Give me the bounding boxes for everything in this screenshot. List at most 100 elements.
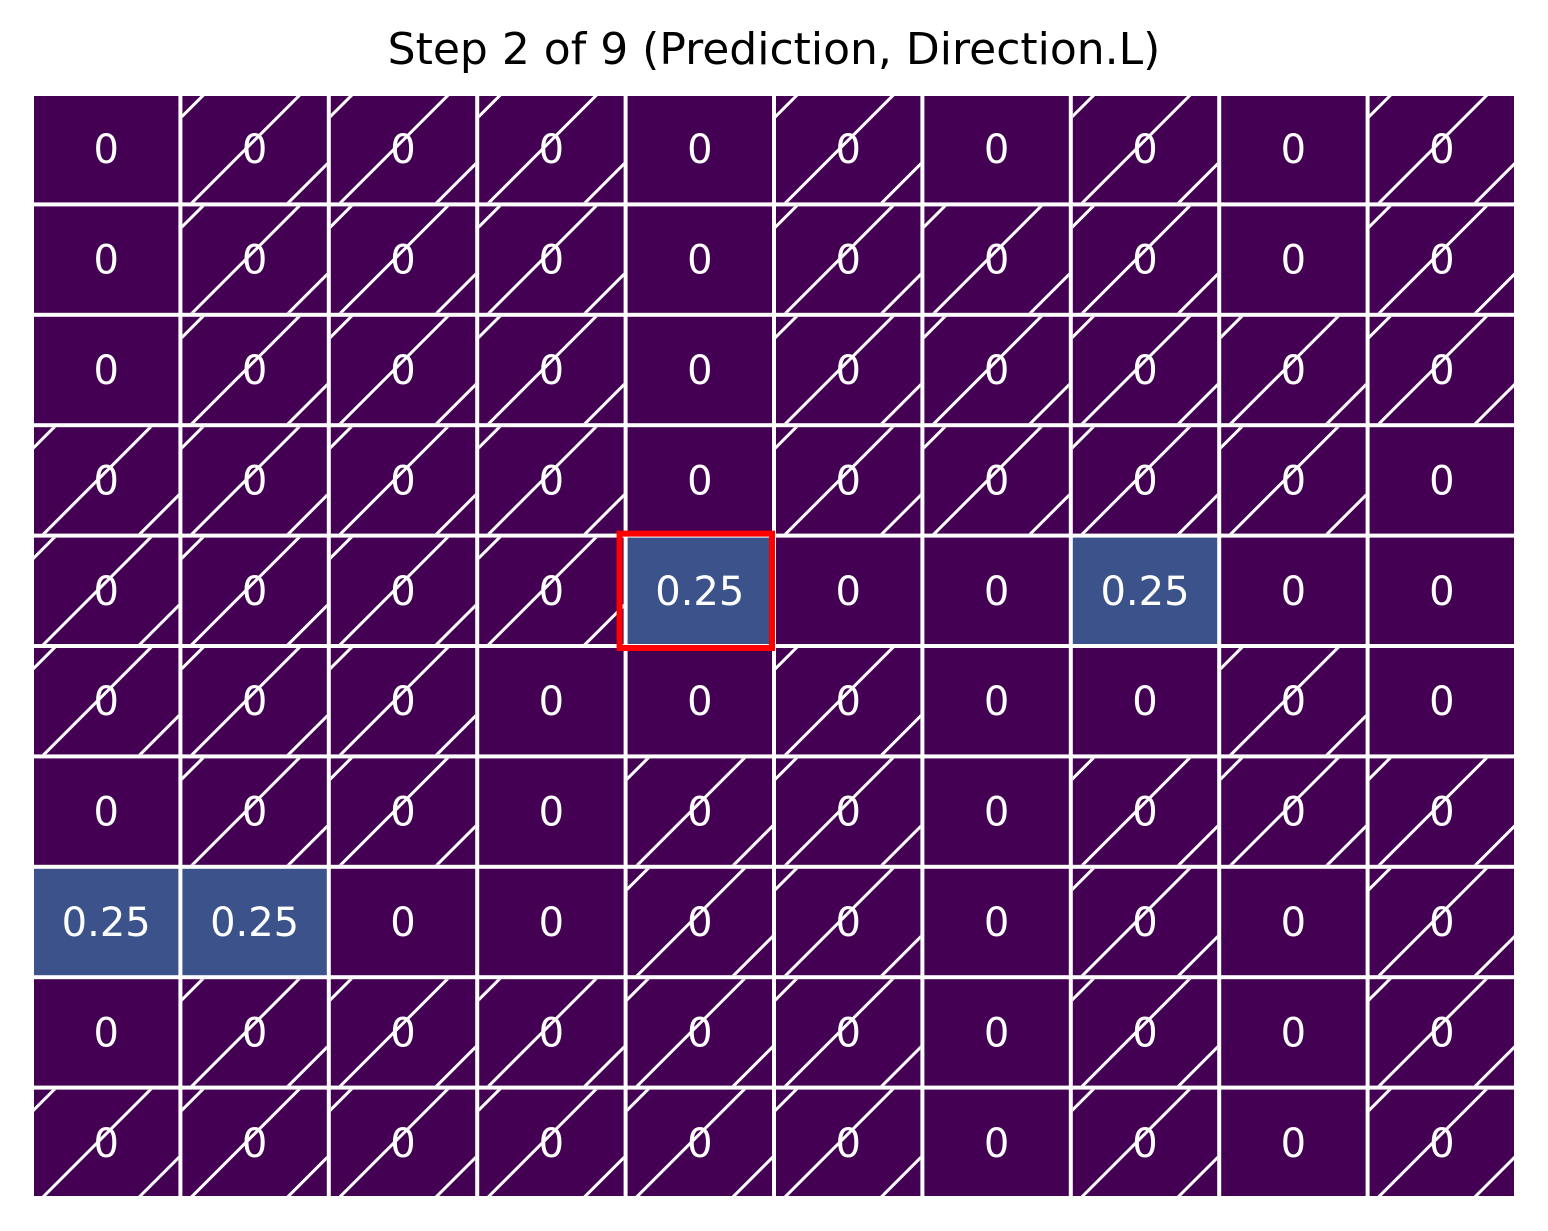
heatmap-label-r3-c0: 0 — [93, 458, 118, 504]
heatmap-label-r7-c4: 0 — [687, 900, 712, 946]
heatmap-label-r8-c2: 0 — [390, 1010, 415, 1056]
heatmap-label-r4-c1: 0 — [242, 569, 267, 615]
heatmap-label-r1-c0: 0 — [93, 238, 118, 284]
heatmap-label-r6-c6: 0 — [984, 790, 1009, 836]
heatmap: 0 0 0 0 0 0 0 0 0 0 0 0 0 0 0 0 0 0 0 0 0 0 0 0 0 0 0 0 0 0 0 0 0 0 0 0 0 0 0 0… — [34, 96, 1514, 1196]
heatmap-label-r5-c1: 0 — [242, 679, 267, 725]
heatmap-label-r6-c2: 0 — [390, 790, 415, 836]
heatmap-label-r0-c3: 0 — [539, 127, 564, 173]
heatmap-label-r8-c1: 0 — [242, 1010, 267, 1056]
heatmap-label-r5-c7: 0 — [1132, 679, 1157, 725]
heatmap-label-r2-c6: 0 — [984, 348, 1009, 394]
heatmap-label-r7-c1: 0.25 — [210, 900, 299, 946]
heatmap-label-r6-c4: 0 — [687, 790, 712, 836]
heatmap-label-r8-c7: 0 — [1132, 1010, 1157, 1056]
heatmap-label-r9-c4: 0 — [687, 1121, 712, 1167]
heatmap-label-r9-c6: 0 — [984, 1121, 1009, 1167]
heatmap-label-r7-c8: 0 — [1281, 900, 1306, 946]
heatmap-label-r1-c3: 0 — [539, 238, 564, 284]
heatmap-label-r3-c3: 0 — [539, 458, 564, 504]
heatmap-label-r1-c2: 0 — [390, 238, 415, 284]
heatmap-label-r7-c6: 0 — [984, 900, 1009, 946]
heatmap-label-r6-c0: 0 — [93, 790, 118, 836]
heatmap-label-r5-c9: 0 — [1429, 679, 1454, 725]
heatmap-label-r4-c9: 0 — [1429, 569, 1454, 615]
heatmap-label-r9-c2: 0 — [390, 1121, 415, 1167]
heatmap-label-r6-c7: 0 — [1132, 790, 1157, 836]
heatmap-label-r7-c5: 0 — [835, 900, 860, 946]
heatmap-label-r9-c9: 0 — [1429, 1121, 1454, 1167]
heatmap-label-r2-c1: 0 — [242, 348, 267, 394]
heatmap-label-r9-c8: 0 — [1281, 1121, 1306, 1167]
heatmap-label-r3-c5: 0 — [835, 458, 860, 504]
heatmap-label-r8-c4: 0 — [687, 1010, 712, 1056]
heatmap-label-r3-c8: 0 — [1281, 458, 1306, 504]
heatmap-label-r3-c7: 0 — [1132, 458, 1157, 504]
heatmap-label-r7-c3: 0 — [539, 900, 564, 946]
heatmap-label-r4-c5: 0 — [835, 569, 860, 615]
heatmap-label-r5-c4: 0 — [687, 679, 712, 725]
heatmap-label-r2-c7: 0 — [1132, 348, 1157, 394]
heatmap-label-r0-c8: 0 — [1281, 127, 1306, 173]
heatmap-label-r7-c7: 0 — [1132, 900, 1157, 946]
heatmap-label-r8-c3: 0 — [539, 1010, 564, 1056]
heatmap-label-r7-c0: 0.25 — [62, 900, 151, 946]
heatmap-label-r0-c0: 0 — [93, 127, 118, 173]
heatmap-label-r1-c1: 0 — [242, 238, 267, 284]
heatmap-label-r1-c5: 0 — [835, 238, 860, 284]
heatmap-label-r8-c0: 0 — [93, 1010, 118, 1056]
heatmap-label-r8-c9: 0 — [1429, 1010, 1454, 1056]
heatmap-label-r0-c7: 0 — [1132, 127, 1157, 173]
heatmap-label-r5-c0: 0 — [93, 679, 118, 725]
heatmap-label-r3-c1: 0 — [242, 458, 267, 504]
heatmap-label-r4-c3: 0 — [539, 569, 564, 615]
heatmap-label-r7-c2: 0 — [390, 900, 415, 946]
heatmap-label-r5-c3: 0 — [539, 679, 564, 725]
heatmap-label-r4-c4: 0.25 — [655, 569, 744, 615]
heatmap-label-r4-c7: 0.25 — [1100, 569, 1189, 615]
heatmap-label-r9-c1: 0 — [242, 1121, 267, 1167]
heatmap-label-r4-c6: 0 — [984, 569, 1009, 615]
heatmap-label-r3-c2: 0 — [390, 458, 415, 504]
heatmap-label-r4-c2: 0 — [390, 569, 415, 615]
heatmap-label-r9-c0: 0 — [93, 1121, 118, 1167]
heatmap-label-r4-c0: 0 — [93, 569, 118, 615]
heatmap-label-r3-c6: 0 — [984, 458, 1009, 504]
heatmap-label-r1-c4: 0 — [687, 238, 712, 284]
heatmap-label-r0-c6: 0 — [984, 127, 1009, 173]
heatmap-label-r9-c3: 0 — [539, 1121, 564, 1167]
heatmap-label-r6-c8: 0 — [1281, 790, 1306, 836]
heatmap-label-r5-c6: 0 — [984, 679, 1009, 725]
heatmap-label-r3-c4: 0 — [687, 458, 712, 504]
heatmap-label-r0-c1: 0 — [242, 127, 267, 173]
heatmap-label-r0-c4: 0 — [687, 127, 712, 173]
heatmap-label-r9-c7: 0 — [1132, 1121, 1157, 1167]
heatmap-label-r1-c8: 0 — [1281, 238, 1306, 284]
heatmap-label-r8-c8: 0 — [1281, 1010, 1306, 1056]
heatmap-label-r4-c8: 0 — [1281, 569, 1306, 615]
heatmap-label-r5-c2: 0 — [390, 679, 415, 725]
heatmap-label-r8-c5: 0 — [835, 1010, 860, 1056]
heatmap-label-r6-c3: 0 — [539, 790, 564, 836]
heatmap-label-r3-c9: 0 — [1429, 458, 1454, 504]
heatmap-label-r8-c6: 0 — [984, 1010, 1009, 1056]
heatmap-label-r5-c8: 0 — [1281, 679, 1306, 725]
heatmap-label-r2-c2: 0 — [390, 348, 415, 394]
heatmap-label-r2-c5: 0 — [835, 348, 860, 394]
heatmap-label-r9-c5: 0 — [835, 1121, 860, 1167]
heatmap-label-r2-c3: 0 — [539, 348, 564, 394]
heatmap-label-r2-c9: 0 — [1429, 348, 1454, 394]
heatmap-label-r6-c1: 0 — [242, 790, 267, 836]
heatmap-label-r0-c2: 0 — [390, 127, 415, 173]
heatmap-label-r2-c0: 0 — [93, 348, 118, 394]
heatmap-label-r2-c4: 0 — [687, 348, 712, 394]
heatmap-label-r2-c8: 0 — [1281, 348, 1306, 394]
heatmap-label-r1-c9: 0 — [1429, 238, 1454, 284]
heatmap-label-r5-c5: 0 — [835, 679, 860, 725]
heatmap-label-r1-c6: 0 — [984, 238, 1009, 284]
heatmap-label-r0-c9: 0 — [1429, 127, 1454, 173]
heatmap-label-r1-c7: 0 — [1132, 238, 1157, 284]
heatmap-label-r6-c9: 0 — [1429, 790, 1454, 836]
heatmap-label-r0-c5: 0 — [835, 127, 860, 173]
heatmap-label-r6-c5: 0 — [835, 790, 860, 836]
